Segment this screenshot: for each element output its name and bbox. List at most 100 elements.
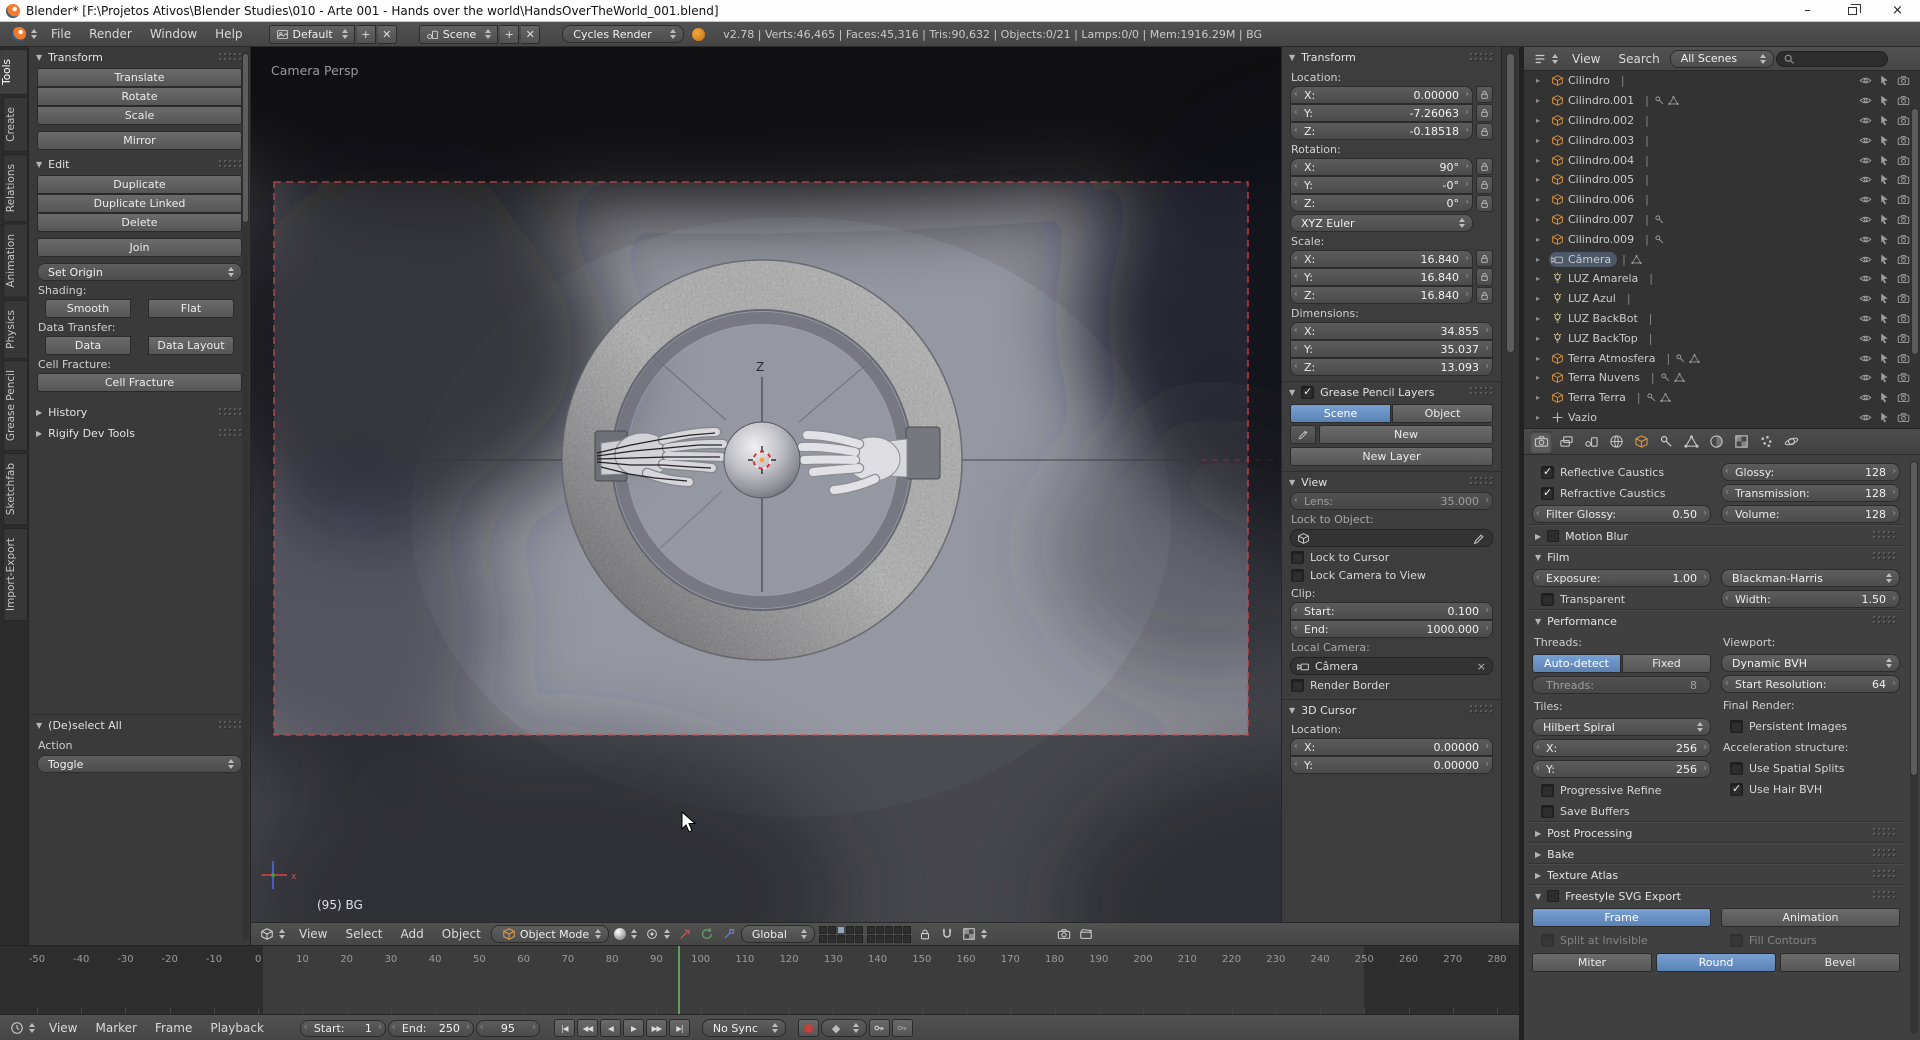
selectable-icon[interactable] — [1878, 94, 1891, 107]
orientation-dropdown[interactable]: Global — [740, 925, 815, 943]
visibility-icon[interactable] — [1859, 352, 1872, 365]
mode-dropdown[interactable]: Object Mode — [490, 925, 609, 943]
editor-type-info-icon[interactable] — [8, 26, 41, 42]
panel-grip[interactable] — [219, 159, 243, 170]
disclosure-icon[interactable]: ▸ — [1536, 373, 1546, 382]
grease-pencil-panel-header[interactable]: ▼Grease Pencil Layers — [1282, 381, 1501, 402]
layer-toggle[interactable] — [854, 934, 863, 943]
jump-to-start-button[interactable]: |◀ — [553, 1019, 575, 1037]
selectable-icon[interactable] — [1878, 312, 1891, 325]
outliner-item-cilindro-002[interactable]: ▸ Cilindro.002 | — [1524, 111, 1920, 131]
layer-toggle[interactable] — [884, 925, 893, 934]
renderable-icon[interactable] — [1897, 74, 1910, 87]
post-processing-panel-header[interactable]: ▶ Post Processing — [1528, 822, 1904, 843]
panel-grip[interactable] — [1873, 870, 1897, 880]
disclosure-icon[interactable]: ▸ — [1536, 274, 1546, 283]
lock-scale-x-icon[interactable] — [1476, 250, 1493, 268]
frame-start-field[interactable]: Start:1 — [299, 1019, 386, 1037]
pixel-filter-dropdown[interactable]: Blackman-Harris — [1721, 569, 1900, 587]
viewport-shading-dropdown[interactable] — [611, 925, 640, 943]
tile-x-field[interactable]: X:256 — [1532, 739, 1711, 757]
disclosure-icon[interactable]: ▸ — [1536, 314, 1546, 323]
disclosure-icon[interactable]: ▸ — [1536, 215, 1546, 224]
set-origin-dropdown[interactable]: Set Origin — [37, 263, 242, 281]
tile-y-field[interactable]: Y:256 — [1532, 760, 1711, 778]
outliner-item-terra-atmosfera[interactable]: ▸ Terra Atmosfera | — [1524, 348, 1920, 368]
selectable-icon[interactable] — [1878, 411, 1891, 424]
rigify-panel-header[interactable]: ▶ Rigify Dev Tools — [29, 423, 250, 444]
menu-help[interactable]: Help — [207, 27, 250, 41]
layer-toggle[interactable] — [875, 925, 884, 934]
selectable-icon[interactable] — [1878, 371, 1891, 384]
renderable-icon[interactable] — [1897, 411, 1910, 424]
lock-to-object-field[interactable] — [1290, 529, 1493, 547]
dimension-x-field[interactable]: X:34.855 — [1290, 322, 1493, 340]
rotation-z-field[interactable]: Z:0° — [1290, 194, 1473, 212]
view-panel-header[interactable]: ▼ View — [1282, 471, 1501, 492]
outliner-item-luz-backtop[interactable]: ▸ LUZ BackTop | — [1524, 328, 1920, 348]
disclosure-icon[interactable]: ▸ — [1536, 156, 1546, 165]
outliner-item-cilindro-007[interactable]: ▸ Cilindro.007 | — [1524, 210, 1920, 230]
snap-magnet-icon[interactable] — [937, 925, 957, 943]
outliner-item-cilindro-004[interactable]: ▸ Cilindro.004 | — [1524, 150, 1920, 170]
selectable-icon[interactable] — [1878, 193, 1891, 206]
renderable-icon[interactable] — [1897, 134, 1910, 147]
freestyle-svg-checkbox[interactable] — [1547, 890, 1560, 902]
rotate-button[interactable]: Rotate — [37, 87, 242, 106]
scene-lock-icon[interactable] — [915, 925, 935, 943]
tool-tab-physics[interactable]: Physics — [3, 299, 28, 359]
properties-tab-render-layers[interactable] — [1555, 431, 1577, 453]
layer-toggle[interactable] — [827, 925, 836, 934]
play-reverse-button[interactable]: ◀ — [599, 1019, 621, 1037]
selectable-icon[interactable] — [1878, 352, 1891, 365]
renderable-icon[interactable] — [1897, 253, 1910, 266]
performance-panel-header[interactable]: ▼ Performance — [1528, 610, 1904, 631]
duplicate-button[interactable]: Duplicate — [37, 175, 242, 194]
layer-toggle[interactable] — [836, 934, 845, 943]
scale-button[interactable]: Scale — [37, 106, 242, 125]
properties-tab-object[interactable] — [1630, 431, 1652, 453]
properties-tab-physics[interactable] — [1780, 431, 1802, 453]
motion-blur-checkbox[interactable] — [1547, 530, 1560, 542]
selectable-icon[interactable] — [1878, 134, 1891, 147]
toolshelf-scrollbar[interactable] — [242, 51, 249, 941]
use-spatial-splits-checkbox[interactable]: Use Spatial Splits — [1721, 759, 1900, 777]
layer-toggle[interactable] — [893, 934, 902, 943]
tool-tab-relations[interactable]: Relations — [3, 153, 28, 222]
renderable-icon[interactable] — [1897, 272, 1910, 285]
viewport-bvh-dropdown[interactable]: Dynamic BVH — [1721, 654, 1900, 672]
selectable-icon[interactable] — [1878, 272, 1891, 285]
disclosure-icon[interactable]: ▸ — [1536, 136, 1546, 145]
clear-camera-icon[interactable]: × — [1477, 660, 1486, 673]
fill-contours-checkbox[interactable]: Fill Contours — [1721, 931, 1900, 949]
layer-toggle[interactable] — [827, 934, 836, 943]
disclosure-icon[interactable]: ▸ — [1536, 255, 1546, 264]
disclosure-icon[interactable]: ▸ — [1536, 195, 1546, 204]
location-x-field[interactable]: X:0.00000 — [1290, 86, 1473, 104]
renderable-icon[interactable] — [1897, 312, 1910, 325]
render-border-checkbox[interactable]: Render Border — [1282, 676, 1501, 694]
viewport-menu-add[interactable]: Add — [393, 927, 432, 941]
exposure-field[interactable]: Exposure:1.00 — [1532, 569, 1711, 587]
selectable-icon[interactable] — [1878, 233, 1891, 246]
snap-element-dropdown[interactable] — [959, 925, 990, 943]
close-button[interactable]: × — [1875, 0, 1920, 21]
renderable-icon[interactable] — [1897, 154, 1910, 167]
outliner-item-cilindro-001[interactable]: ▸ Cilindro.001 | — [1524, 91, 1920, 111]
visibility-icon[interactable] — [1859, 134, 1872, 147]
panel-grip[interactable] — [1470, 705, 1494, 715]
rotation-y-field[interactable]: Y:-0° — [1290, 176, 1473, 194]
transform-panel-header[interactable]: ▼ Transform — [29, 47, 250, 68]
freestyle-svg-panel-header[interactable]: ▼ Freestyle SVG Export — [1528, 885, 1904, 906]
lens-field[interactable]: Lens:35.000 — [1290, 492, 1493, 510]
cursor-x-field[interactable]: X:0.00000 — [1290, 738, 1493, 756]
visibility-icon[interactable] — [1859, 272, 1872, 285]
scale-z-field[interactable]: Z:16.840 — [1290, 286, 1473, 304]
glossy-bounces-field[interactable]: Glossy:128 — [1721, 463, 1900, 481]
renderable-icon[interactable] — [1897, 173, 1910, 186]
refractive-caustics-checkbox[interactable]: Refractive Caustics — [1532, 484, 1711, 502]
freestyle-animation-button[interactable]: Animation — [1721, 908, 1900, 927]
disclosure-icon[interactable]: ▸ — [1536, 294, 1546, 303]
panel-grip[interactable] — [219, 407, 243, 418]
renderable-icon[interactable] — [1897, 292, 1910, 305]
